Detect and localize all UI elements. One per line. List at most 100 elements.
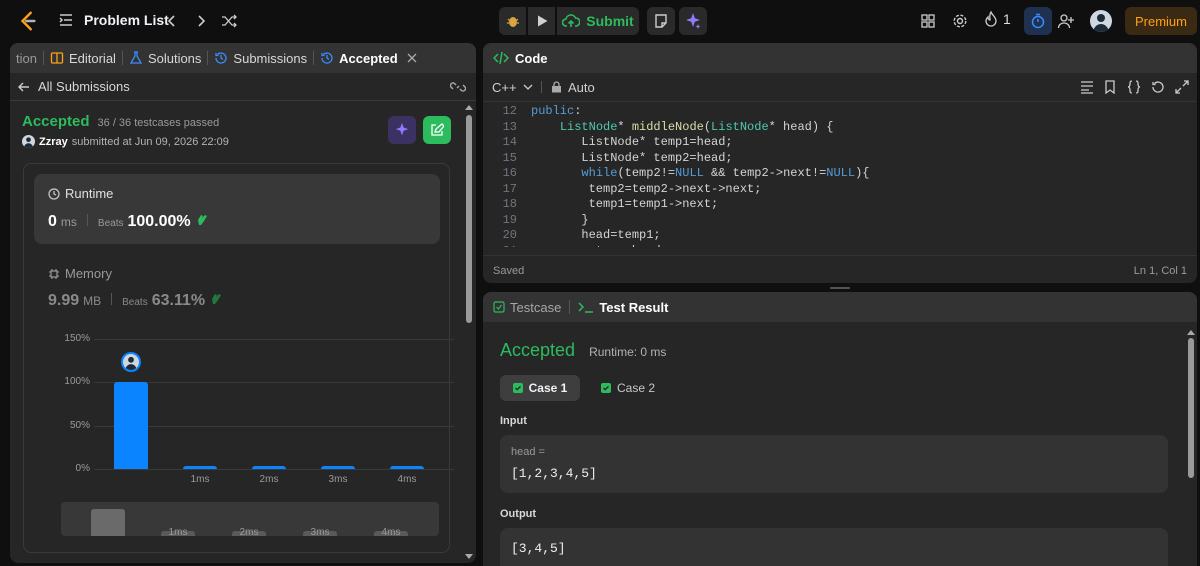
bug-icon xyxy=(505,13,521,29)
tab-test-result[interactable]: Test Result xyxy=(578,292,668,322)
reset-icon[interactable] xyxy=(1151,80,1165,94)
runtime-unit: ms xyxy=(60,215,77,229)
close-tab-icon[interactable] xyxy=(407,53,417,63)
username[interactable]: Zzray xyxy=(39,136,68,148)
bookmark-icon[interactable] xyxy=(1104,80,1116,94)
scroll-up-icon[interactable] xyxy=(1187,330,1195,335)
back-to-submissions[interactable]: All Submissions xyxy=(10,73,476,101)
expand-icon[interactable] xyxy=(1175,80,1189,94)
submitter-info: Zzray submitted at Jun 09, 2026 22:09 xyxy=(22,135,229,148)
code-line[interactable]: 20 head=temp1; xyxy=(483,228,1197,244)
scroll-up-icon[interactable] xyxy=(465,105,473,110)
code-line[interactable]: 14 ListNode* temp1=head; xyxy=(483,135,1197,151)
runtime-value: 0 xyxy=(48,213,57,230)
input-box[interactable]: head = [1,2,3,4,5] xyxy=(500,435,1168,493)
chart-bar[interactable] xyxy=(183,466,217,469)
leetcode-logo-icon[interactable] xyxy=(16,9,40,33)
range-bar[interactable] xyxy=(91,509,125,536)
divider xyxy=(86,214,88,226)
code-text: ListNode* middleNode(ListNode* head) { xyxy=(559,119,834,134)
problem-list-button[interactable]: Problem List xyxy=(58,12,169,28)
scroll-thumb[interactable] xyxy=(1188,338,1194,478)
braces-icon[interactable] xyxy=(1127,80,1141,94)
code-line[interactable]: 21 return head xyxy=(483,244,1197,248)
check-icon xyxy=(512,383,523,393)
chart-bar[interactable] xyxy=(114,382,148,469)
tab-submissions[interactable]: Submissions xyxy=(208,43,313,73)
output-box[interactable]: [3,4,5] xyxy=(500,528,1168,566)
memory-values: 9.99 MB Beats 63.11% xyxy=(48,291,223,310)
sparkle-icon xyxy=(394,122,410,138)
memory-beats: 63.11% xyxy=(151,292,206,309)
settings-gear-icon[interactable] xyxy=(950,11,970,31)
code-text: head=temp1; xyxy=(531,228,661,242)
debug-button[interactable] xyxy=(499,7,526,35)
submit-button[interactable]: Submit xyxy=(557,7,639,35)
notes-button[interactable] xyxy=(647,7,675,35)
language-select[interactable]: C++ xyxy=(492,80,533,95)
streak-counter[interactable]: 1 xyxy=(984,11,1011,27)
case-2-tab[interactable]: Case 2 xyxy=(593,375,663,401)
book-icon xyxy=(50,51,64,65)
code-line[interactable]: 19 } xyxy=(483,213,1197,229)
scroll-down-icon[interactable] xyxy=(465,554,473,559)
auto-mode[interactable]: Auto xyxy=(551,80,595,95)
scroll-thumb[interactable] xyxy=(466,115,472,323)
write-solution-button[interactable] xyxy=(423,116,451,144)
resize-handle[interactable] xyxy=(830,287,850,289)
code-line[interactable]: 13 ListNode* middleNode(ListNode* head) … xyxy=(483,120,1197,136)
top-bar: Problem List Submit 1 Premium xyxy=(0,0,1200,42)
link-icon[interactable] xyxy=(450,79,466,95)
arrow-left-icon xyxy=(18,81,30,93)
input-value: [1,2,3,4,5] xyxy=(511,466,597,481)
line-number: 14 xyxy=(502,135,517,149)
result-scrollbar[interactable] xyxy=(1187,328,1195,566)
accepted-status: Accepted xyxy=(22,113,90,130)
tab-accepted[interactable]: Accepted xyxy=(314,43,423,73)
format-icon[interactable] xyxy=(1080,80,1094,94)
divider xyxy=(111,293,113,305)
code-text: return head xyxy=(531,244,660,248)
tab-solutions[interactable]: Solutions xyxy=(123,43,207,73)
ai-assist-button[interactable] xyxy=(679,7,707,35)
y-tick-label: 50% xyxy=(69,419,90,431)
tab-editorial[interactable]: Editorial xyxy=(44,43,122,73)
case-1-tab[interactable]: Case 1 xyxy=(500,375,580,401)
user-position-avatar xyxy=(121,352,141,373)
range-selector[interactable]: 1ms 2ms 3ms 4ms xyxy=(61,502,439,538)
premium-button[interactable]: Premium xyxy=(1125,7,1197,35)
run-button[interactable] xyxy=(528,7,555,35)
runtime-beats-label: Beats xyxy=(97,218,124,229)
chart-bar[interactable] xyxy=(321,466,355,469)
tab-description[interactable]: tion xyxy=(10,43,43,73)
code-line[interactable]: 12 public: xyxy=(483,104,1197,120)
chart-bar[interactable] xyxy=(252,466,286,469)
auto-label: Auto xyxy=(568,79,595,95)
code-editor[interactable]: 12 public: 13 ListNode* middleNode(ListNod… xyxy=(483,101,1197,247)
code-line[interactable]: 17 temp2=temp2->next->next; xyxy=(483,182,1197,198)
code-title: Code xyxy=(515,50,548,66)
timer-button[interactable] xyxy=(1024,7,1052,35)
code-text: } xyxy=(531,212,589,227)
code-text: temp1=temp1->next; xyxy=(531,197,719,211)
y-tick-label: 150% xyxy=(64,333,90,344)
next-problem-icon[interactable] xyxy=(191,11,211,31)
memory-title[interactable]: Memory xyxy=(48,266,112,281)
shuffle-icon[interactable] xyxy=(219,11,239,31)
result-tab-bar: Testcase Test Result xyxy=(483,292,1197,322)
user-avatar[interactable] xyxy=(1090,10,1112,32)
runtime-beats: 100.00% xyxy=(127,213,191,230)
ai-analyze-button[interactable] xyxy=(388,116,416,144)
layout-icon[interactable] xyxy=(918,11,938,31)
code-text: public: xyxy=(531,104,582,118)
code-line[interactable]: 18 temp1=temp1->next; xyxy=(483,197,1197,213)
runtime-card[interactable]: Runtime 0 ms Beats 100.00% xyxy=(34,174,440,244)
code-line[interactable]: 16 while(temp2!=NULL && temp2->next!=NUL… xyxy=(483,166,1197,182)
code-line[interactable]: 15 ListNode* temp2=head; xyxy=(483,151,1197,167)
flask-icon xyxy=(129,51,143,65)
left-scrollbar[interactable] xyxy=(465,101,473,563)
chart-bar[interactable] xyxy=(390,466,424,469)
prev-problem-icon[interactable] xyxy=(162,11,182,31)
add-user-icon[interactable] xyxy=(1056,11,1076,31)
tab-testcase[interactable]: Testcase xyxy=(493,292,561,322)
